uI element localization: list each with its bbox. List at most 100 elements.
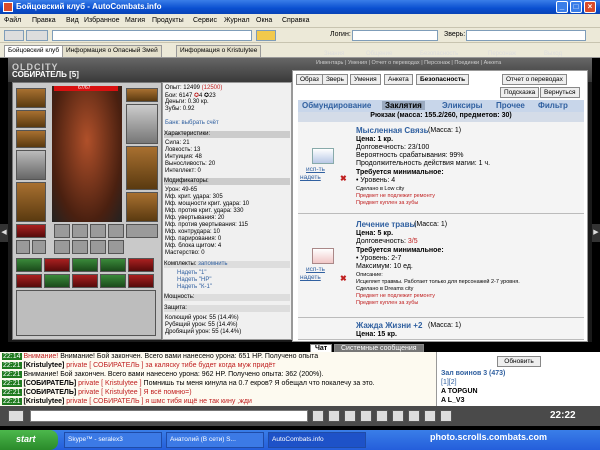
armor-slot[interactable] — [16, 182, 46, 222]
start-button[interactable]: start — [0, 430, 58, 450]
taskbar-anatoly[interactable]: Анатолий (В сети) S... — [166, 432, 264, 448]
menu-help[interactable]: Справка — [282, 17, 309, 24]
rune-slot-6[interactable] — [16, 274, 42, 288]
rune-slot-8[interactable] — [72, 274, 98, 288]
menu-edit[interactable]: Правка — [32, 17, 56, 24]
hint-button[interactable]: Подсказка — [500, 87, 540, 98]
minimize-button[interactable]: _ — [556, 1, 568, 13]
map-icon[interactable] — [408, 410, 420, 422]
nav-character[interactable]: Персонаж — [488, 51, 516, 60]
transfer-report-button[interactable]: Отчет о переводах — [502, 74, 567, 85]
delete-icon[interactable]: ✖ — [340, 174, 347, 183]
rune-slot-10[interactable] — [128, 274, 154, 288]
wear-link[interactable]: надеть — [300, 274, 321, 281]
rune-slot-1[interactable] — [16, 258, 42, 272]
smiley-icon[interactable] — [256, 30, 276, 41]
shield-slot[interactable] — [126, 146, 158, 190]
tab-filter[interactable]: Фильтр — [538, 101, 568, 110]
menu-products[interactable]: Продукты — [152, 17, 184, 24]
online-user[interactable]: A TOPGUN — [441, 388, 478, 395]
taskbar-autocombats[interactable]: AutoCombats.info — [268, 432, 366, 448]
modifiers-header[interactable]: Модификаторы: — [164, 178, 290, 185]
filter-icon[interactable] — [360, 410, 372, 422]
right-arrow-icon[interactable]: ▶ — [592, 224, 600, 242]
settings-icon[interactable] — [8, 410, 24, 422]
security-button[interactable]: Безопасность — [416, 74, 470, 85]
characteristics-header[interactable]: Характеристики: — [164, 131, 290, 138]
pocket-slot-3[interactable] — [90, 224, 106, 238]
return-button[interactable]: Вернуться — [540, 87, 580, 98]
exit-icon[interactable] — [440, 410, 452, 422]
nav-security[interactable]: Безопасность — [420, 51, 458, 60]
smiles-icon[interactable] — [344, 410, 356, 422]
refresh-button[interactable]: Обновить — [497, 356, 541, 367]
nav-communication[interactable]: Общение — [366, 51, 392, 60]
beast-button[interactable]: Зверь — [322, 74, 348, 85]
rune-slot-4[interactable] — [100, 258, 126, 272]
skills-button[interactable]: Умения — [350, 74, 381, 85]
gloves-slot[interactable] — [126, 104, 158, 144]
tab-equipment[interactable]: Обмундирование — [302, 101, 371, 110]
image-button[interactable]: Образ — [296, 74, 323, 85]
kit-k1-link[interactable]: Надеть "К-1" — [177, 284, 212, 290]
send-icon[interactable] — [312, 410, 324, 422]
wear-link[interactable]: надеть — [300, 174, 321, 181]
left-arrow-icon[interactable]: ◀ — [0, 224, 8, 242]
menu-favorites[interactable]: Избранное — [84, 17, 119, 24]
rune-slot-7[interactable] — [44, 274, 70, 288]
pocket-slot-8[interactable] — [108, 240, 124, 254]
taskbar-skype[interactable]: Skype™ - seralex3 — [64, 432, 162, 448]
kits-header[interactable]: Комплекты: запомнить — [164, 261, 290, 268]
bracers-slot[interactable] — [126, 88, 158, 102]
use-link[interactable]: исп-ть — [306, 166, 325, 173]
pocket-slot-7[interactable] — [90, 240, 106, 254]
character-portrait[interactable] — [52, 86, 122, 222]
clear-icon[interactable] — [328, 410, 340, 422]
login-input[interactable] — [352, 30, 438, 41]
beast-select[interactable] — [466, 30, 586, 41]
chat-input[interactable] — [30, 410, 308, 422]
pocket-slot-1[interactable] — [54, 224, 70, 238]
amulet-slot[interactable] — [16, 130, 46, 148]
maximize-button[interactable]: □ — [570, 1, 582, 13]
game-subnav[interactable]: Инвентарь | Умения | Отчет о переводах |… — [316, 60, 586, 68]
menu-view[interactable]: Вид — [66, 17, 79, 24]
tab-info-snake[interactable]: Информация о Опасный Змей — [62, 45, 162, 57]
menu-journal[interactable]: Журнал — [224, 17, 250, 24]
earrings-slot[interactable] — [16, 110, 46, 128]
protection-header[interactable]: Защита: — [164, 305, 290, 312]
belt-slot[interactable] — [16, 224, 46, 238]
room-pages[interactable]: [1][2] — [441, 379, 457, 386]
scroll-slot-1[interactable] — [16, 240, 30, 254]
tab-elixirs[interactable]: Эликсиры — [442, 101, 482, 110]
tab-spells[interactable]: Заклятия — [382, 101, 425, 110]
power-header[interactable]: Мощность: — [164, 294, 290, 301]
rune-slot-9[interactable] — [100, 274, 126, 288]
nav-exit[interactable]: Выход — [544, 51, 562, 60]
tab-fight-club[interactable]: Бойцовский клуб — [4, 45, 64, 57]
nav-knowledge[interactable]: Знания — [324, 51, 344, 60]
pocket-slot-6[interactable] — [72, 240, 88, 254]
rune-slot-5[interactable] — [128, 258, 154, 272]
close-button[interactable]: × — [584, 1, 596, 13]
pocket-slot-4[interactable] — [108, 224, 124, 238]
pocket-slot-5[interactable] — [54, 240, 70, 254]
rune-slot-2[interactable] — [44, 258, 70, 272]
inventory-icon[interactable] — [424, 410, 436, 422]
boots-slot[interactable] — [126, 192, 158, 222]
pocket-slot-2[interactable] — [72, 224, 88, 238]
rune-slot-3[interactable] — [72, 258, 98, 272]
use-link[interactable]: исп-ть — [306, 266, 325, 273]
tab-other[interactable]: Прочее — [496, 101, 525, 110]
menu-file[interactable]: Файл — [4, 17, 21, 24]
kit-hp-link[interactable]: Надеть "HP" — [177, 277, 211, 283]
menu-windows[interactable]: Окна — [256, 17, 272, 24]
sound-icon[interactable] — [376, 410, 388, 422]
address-input[interactable] — [52, 30, 252, 41]
delete-icon[interactable]: ✖ — [340, 274, 347, 283]
menu-magic[interactable]: Магия — [125, 17, 145, 24]
bank-link[interactable]: Банк: выбрать счёт — [165, 120, 219, 126]
rings-slot[interactable] — [126, 224, 158, 238]
forward-button[interactable] — [26, 30, 48, 41]
back-button[interactable] — [4, 30, 24, 41]
